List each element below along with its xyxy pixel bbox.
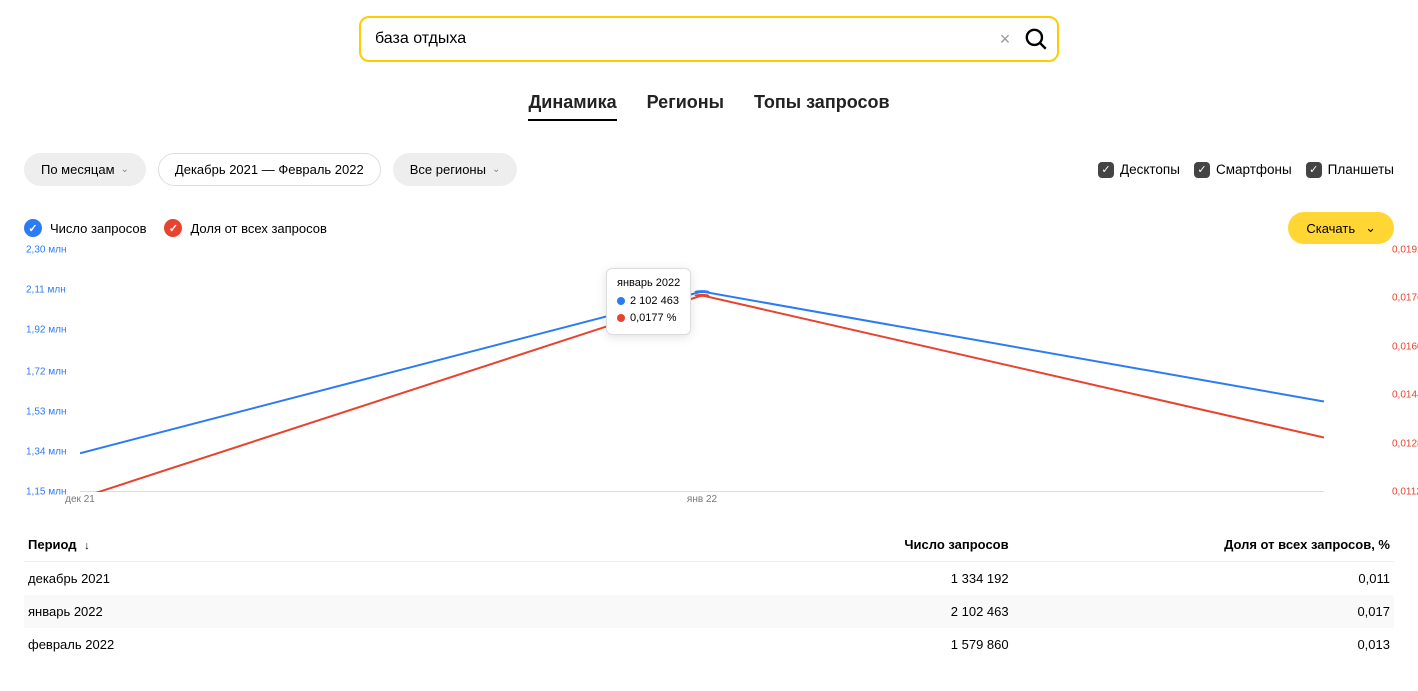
chart-area: 1,15 млн 1,34 млн 1,53 млн 1,72 млн 1,92 млн… — [24, 250, 1394, 510]
search-box[interactable]: × — [359, 16, 1059, 62]
tabs-nav: Динамика Регионы Топы запросов — [0, 92, 1418, 121]
cell-count: 1 579 860 — [627, 637, 1008, 652]
cell-count: 1 334 192 — [627, 571, 1008, 586]
y-right-tick: 0,0112 — [1392, 487, 1418, 498]
period-type-label: По месяцам — [41, 162, 115, 177]
search-icon[interactable] — [1023, 26, 1049, 52]
table-row: февраль 20221 579 8600,013 — [24, 628, 1394, 661]
y-left-tick: 1,72 млн — [26, 367, 66, 378]
chevron-down-icon: ⌄ — [492, 164, 500, 175]
y-left-tick: 1,34 млн — [26, 447, 66, 458]
cell-period: декабрь 2021 — [28, 571, 627, 586]
legend-queries[interactable]: ✓ Число запросов — [24, 219, 146, 237]
cell-share: 0,011 — [1009, 571, 1390, 586]
column-header-share[interactable]: Доля от всех запросов, % — [1009, 537, 1390, 552]
column-header-period[interactable]: Период ↓ — [28, 537, 627, 552]
cell-period: январь 2022 — [28, 604, 627, 619]
checkbox-desktops[interactable]: ✓ Десктопы — [1098, 162, 1180, 178]
dot-icon — [617, 314, 625, 322]
cell-count: 2 102 463 — [627, 604, 1008, 619]
device-checkboxes: ✓ Десктопы ✓ Смартфоны ✓ Планшеты — [1098, 162, 1394, 178]
clear-icon[interactable]: × — [993, 27, 1017, 51]
chart-svg[interactable] — [80, 250, 1324, 492]
chart-legend: ✓ Число запросов ✓ Доля от всех запросов — [24, 219, 327, 237]
download-label: Скачать — [1306, 221, 1355, 236]
x-tick: янв 22 — [687, 494, 717, 505]
filter-controls: По месяцам ⌄ Декабрь 2021 — Февраль 2022… — [24, 153, 517, 186]
date-range-dropdown[interactable]: Декабрь 2021 — Февраль 2022 — [158, 153, 381, 186]
y-right-tick: 0,0160 — [1392, 341, 1418, 352]
tab-tops[interactable]: Топы запросов — [754, 92, 890, 121]
check-icon: ✓ — [1194, 162, 1210, 178]
y-right-tick: 0,0176 — [1392, 293, 1418, 304]
legend-queries-label: Число запросов — [50, 221, 146, 236]
table-row: декабрь 20211 334 1920,011 — [24, 562, 1394, 595]
date-range-label: Декабрь 2021 — Февраль 2022 — [175, 162, 364, 177]
chevron-down-icon: ⌄ — [121, 164, 129, 175]
cell-share: 0,013 — [1009, 637, 1390, 652]
check-icon: ✓ — [1098, 162, 1114, 178]
check-circle-icon: ✓ — [164, 219, 182, 237]
y-left-tick: 1,92 млн — [26, 324, 66, 335]
checkbox-smartphones[interactable]: ✓ Смартфоны — [1194, 162, 1292, 178]
dot-icon — [617, 297, 625, 305]
y-right-tick: 0,0192 % — [1392, 245, 1418, 256]
tab-dynamics[interactable]: Динамика — [528, 92, 616, 121]
x-axis: дек 21янв 22 — [80, 494, 1324, 510]
cell-share: 0,017 — [1009, 604, 1390, 619]
chevron-down-icon: ⌄ — [1365, 220, 1376, 236]
x-tick: дек 21 — [65, 494, 95, 505]
tooltip-value-queries: 2 102 463 — [630, 295, 679, 307]
check-circle-icon: ✓ — [24, 219, 42, 237]
table-row: январь 20222 102 4630,017 — [24, 595, 1394, 628]
y-left-tick: 1,15 млн — [26, 487, 66, 498]
search-input[interactable] — [375, 18, 993, 60]
legend-share-label: Доля от всех запросов — [190, 221, 326, 236]
period-type-dropdown[interactable]: По месяцам ⌄ — [24, 153, 146, 186]
checkbox-tablets-label: Планшеты — [1328, 162, 1394, 177]
y-left-tick: 2,30 млн — [26, 245, 66, 256]
table-header-row: Период ↓ Число запросов Доля от всех зап… — [24, 528, 1394, 562]
region-dropdown[interactable]: Все регионы ⌄ — [393, 153, 518, 186]
cell-period: февраль 2022 — [28, 637, 627, 652]
legend-share[interactable]: ✓ Доля от всех запросов — [164, 219, 326, 237]
region-label: Все регионы — [410, 162, 486, 177]
column-header-count[interactable]: Число запросов — [627, 537, 1008, 552]
column-header-period-label: Период — [28, 537, 77, 552]
y-left-tick: 1,53 млн — [26, 407, 66, 418]
data-table: Период ↓ Число запросов Доля от всех зап… — [24, 528, 1394, 661]
y-left-tick: 2,11 млн — [26, 284, 66, 295]
check-icon: ✓ — [1306, 162, 1322, 178]
checkbox-desktops-label: Десктопы — [1120, 162, 1180, 177]
chart-tooltip: январь 2022 2 102 463 0,0177 % — [606, 268, 691, 335]
download-button[interactable]: Скачать ⌄ — [1288, 212, 1394, 244]
checkbox-tablets[interactable]: ✓ Планшеты — [1306, 162, 1394, 178]
sort-down-icon: ↓ — [84, 540, 90, 552]
tab-regions[interactable]: Регионы — [647, 92, 724, 121]
y-right-tick: 0,0128 — [1392, 438, 1418, 449]
checkbox-smartphones-label: Смартфоны — [1216, 162, 1292, 177]
y-right-tick: 0,0144 — [1392, 390, 1418, 401]
tooltip-header: январь 2022 — [617, 275, 680, 293]
tooltip-value-share: 0,0177 % — [630, 312, 676, 324]
